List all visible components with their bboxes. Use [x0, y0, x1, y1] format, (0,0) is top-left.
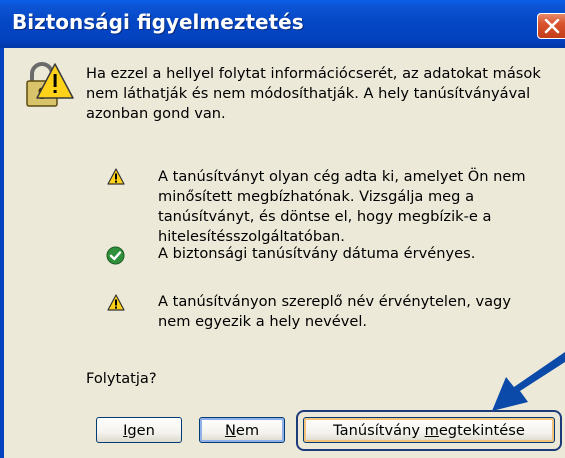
title-bar[interactable]: Biztonsági figyelmeztetés — [0, 0, 565, 48]
view-certificate-mnemonic: m — [424, 421, 439, 439]
intro-text: Ha ezzel a hellyel folytat információcse… — [86, 65, 541, 122]
view-certificate-label-start: Tanúsítvány — [333, 421, 425, 439]
lock-warning-icon — [22, 60, 74, 116]
warning-icon — [107, 294, 125, 315]
yes-button-label: gen — [127, 421, 155, 439]
no-button-mnemonic: N — [224, 421, 236, 439]
no-button-label: em — [235, 421, 260, 439]
window-title: Biztonsági figyelmeztetés — [12, 10, 304, 34]
view-certificate-button[interactable]: Tanúsítvány m egtekintése — [303, 417, 555, 443]
continue-prompt: Folytatja? — [86, 370, 157, 387]
valid-date-message: A biztonsági tanúsítvány dátuma érvényes… — [158, 245, 476, 262]
security-warning-dialog: Biztonsági figyelmeztetés Ha ezzel a hel… — [0, 0, 565, 458]
window-border — [0, 48, 4, 458]
view-certificate-label-end: egtekintése — [438, 421, 525, 439]
warning-name-mismatch: A tanúsítványon szereplő név érvénytelen… — [158, 293, 511, 330]
warning-icon — [107, 168, 125, 189]
close-button[interactable] — [537, 13, 565, 39]
warning-untrusted-issuer: A tanúsítványt olyan cég adta ki, amelye… — [158, 168, 526, 245]
yes-button[interactable]: Igen — [96, 417, 182, 443]
check-icon — [106, 246, 125, 269]
no-button[interactable]: Nem — [199, 417, 285, 443]
close-icon — [544, 19, 560, 34]
